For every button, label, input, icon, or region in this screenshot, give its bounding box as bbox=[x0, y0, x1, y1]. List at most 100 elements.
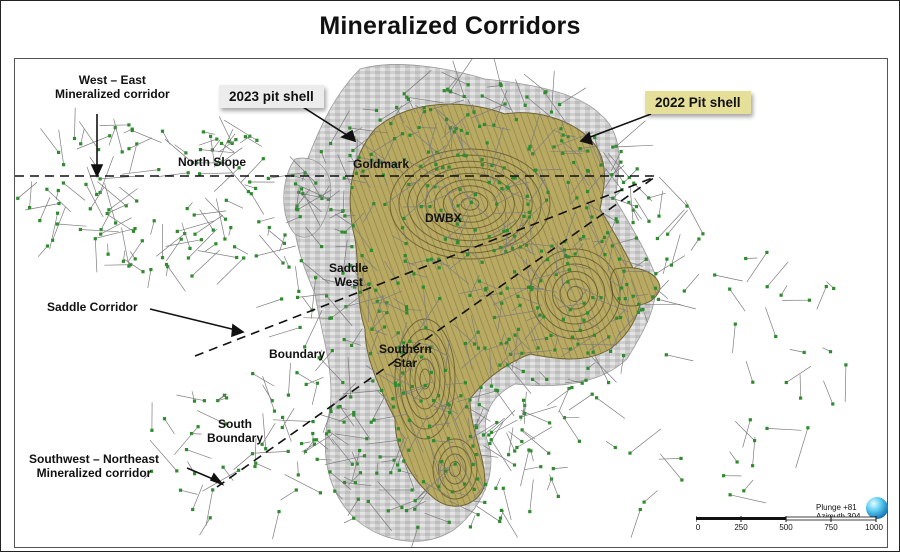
drill-collar-marker bbox=[233, 245, 237, 249]
drill-collar-marker bbox=[403, 259, 407, 263]
drill-collar-marker bbox=[401, 132, 405, 136]
drill-collar-marker bbox=[55, 222, 59, 226]
drill-trace bbox=[250, 193, 265, 215]
drill-trace bbox=[766, 261, 789, 287]
drill-collar-marker bbox=[421, 285, 425, 289]
scale-tick-750: 750 bbox=[824, 523, 838, 532]
drill-collar-marker bbox=[634, 205, 639, 209]
drill-collar-marker bbox=[432, 399, 436, 403]
drill-collar-marker bbox=[95, 192, 99, 197]
drill-collar-marker bbox=[586, 311, 590, 315]
drill-trace bbox=[188, 228, 218, 259]
drill-collar-marker bbox=[566, 262, 570, 266]
drill-trace bbox=[491, 410, 516, 433]
drill-collar-marker bbox=[526, 202, 530, 206]
drill-collar-marker bbox=[613, 445, 617, 450]
drill-trace bbox=[549, 474, 559, 497]
drill-collar-marker bbox=[437, 266, 441, 270]
drill-trace bbox=[301, 443, 315, 453]
drill-collar-marker bbox=[779, 293, 783, 297]
drill-trace bbox=[164, 418, 175, 434]
drill-collar-marker bbox=[621, 180, 626, 184]
drill-collar-marker bbox=[211, 488, 215, 492]
drill-collar-marker bbox=[680, 478, 684, 482]
drill-collar-marker bbox=[473, 193, 478, 197]
drill-collar-marker bbox=[525, 95, 529, 99]
drill-collar-marker bbox=[488, 441, 492, 446]
drill-collar-marker bbox=[438, 296, 442, 301]
drill-trace bbox=[765, 307, 777, 337]
drill-collar-marker bbox=[61, 181, 65, 185]
drill-trace bbox=[252, 373, 275, 387]
drill-collar-marker bbox=[476, 477, 480, 481]
map-view: West – East Mineralized corridor North S… bbox=[14, 58, 888, 548]
drill-trace bbox=[823, 380, 834, 405]
drill-collar-marker bbox=[62, 163, 66, 167]
drill-trace bbox=[280, 489, 297, 501]
drill-collar-marker bbox=[495, 202, 499, 206]
drill-collar-marker bbox=[369, 248, 373, 252]
drill-collar-marker bbox=[127, 264, 131, 268]
label-sw-ne-line2: Mineralized corridor bbox=[36, 466, 152, 480]
drill-collar-marker bbox=[603, 253, 607, 257]
drill-collar-marker bbox=[447, 520, 451, 524]
drill-collar-marker bbox=[417, 125, 421, 130]
drill-collar-marker bbox=[637, 302, 641, 306]
drill-trace bbox=[199, 172, 233, 175]
drill-collar-marker bbox=[428, 205, 432, 209]
drill-collar-marker bbox=[178, 488, 183, 492]
drill-collar-marker bbox=[472, 110, 476, 114]
drill-collar-marker bbox=[482, 122, 486, 127]
drill-collar-marker bbox=[485, 141, 489, 145]
drill-collar-marker bbox=[679, 456, 683, 460]
drill-collar-marker bbox=[311, 431, 315, 436]
drill-collar-marker bbox=[586, 168, 590, 173]
drill-collar-marker bbox=[261, 157, 265, 161]
drill-collar-marker bbox=[622, 354, 626, 358]
label-southern-star-line2: Star bbox=[393, 356, 417, 370]
drill-collar-marker bbox=[799, 396, 803, 400]
drill-collar-marker bbox=[325, 294, 329, 298]
drill-trace bbox=[662, 259, 668, 274]
drill-collar-marker bbox=[281, 261, 285, 265]
drill-collar-marker bbox=[651, 295, 655, 299]
drill-trace bbox=[615, 120, 646, 147]
drill-collar-marker bbox=[179, 237, 183, 241]
drill-collar-marker bbox=[353, 481, 357, 485]
drill-trace bbox=[37, 245, 48, 258]
drill-collar-marker bbox=[280, 425, 284, 430]
drill-collar-marker bbox=[157, 168, 161, 172]
drill-collar-marker bbox=[294, 488, 298, 492]
drill-collar-marker bbox=[515, 445, 519, 450]
drill-collar-marker bbox=[567, 255, 571, 259]
drill-collar-marker bbox=[609, 349, 613, 353]
drill-collar-marker bbox=[499, 508, 503, 512]
drill-trace bbox=[218, 116, 233, 144]
drill-collar-marker bbox=[447, 165, 451, 169]
drill-collar-marker bbox=[591, 296, 595, 300]
drill-trace bbox=[181, 222, 191, 249]
drill-collar-marker bbox=[375, 471, 379, 475]
drill-collar-marker bbox=[642, 500, 646, 504]
drill-collar-marker bbox=[350, 462, 354, 466]
drill-collar-marker bbox=[742, 489, 746, 493]
drill-collar-marker bbox=[342, 338, 346, 342]
drill-collar-marker bbox=[235, 255, 239, 260]
drill-trace bbox=[816, 286, 827, 310]
drill-collar-marker bbox=[615, 220, 619, 224]
drill-collar-marker bbox=[348, 153, 352, 158]
figure-title: Mineralized Corridors bbox=[319, 12, 581, 40]
drill-collar-marker bbox=[386, 509, 390, 513]
drill-collar-marker bbox=[539, 465, 543, 469]
drill-collar-marker bbox=[523, 103, 527, 107]
drill-collar-marker bbox=[519, 415, 523, 419]
drill-collar-marker bbox=[456, 153, 460, 157]
drill-collar-marker bbox=[550, 244, 554, 248]
drill-collar-marker bbox=[492, 123, 496, 127]
drill-collar-marker bbox=[487, 180, 491, 185]
drill-collar-marker bbox=[561, 151, 565, 155]
drill-collar-marker bbox=[419, 205, 423, 209]
drill-collar-marker bbox=[342, 176, 346, 180]
drill-collar-marker bbox=[828, 350, 833, 354]
drill-trace bbox=[520, 449, 530, 487]
